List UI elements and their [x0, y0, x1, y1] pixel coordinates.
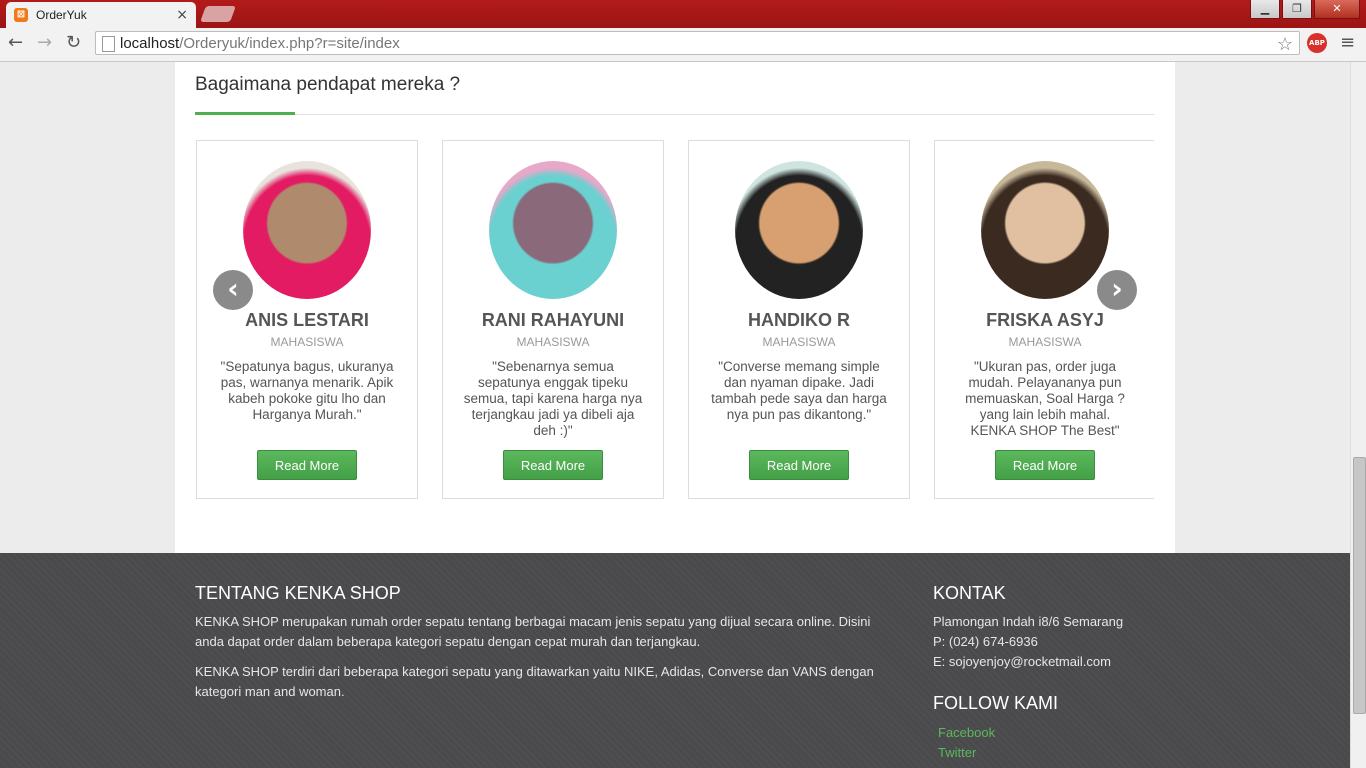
- window-controls: ▁ ❐ ✕: [1248, 0, 1360, 19]
- footer-address: Plamongan Indah i8/6 Semarang: [933, 614, 1124, 629]
- xampp-favicon-icon: ⊠: [14, 8, 28, 22]
- testimonial-name: FRISKA ASYJ: [986, 310, 1104, 330]
- testimonial-role: MAHASISWA: [516, 335, 590, 349]
- bookmark-star-icon[interactable]: ☆: [1277, 32, 1293, 56]
- back-icon[interactable]: ←: [8, 32, 23, 53]
- facebook-link[interactable]: Facebook: [938, 725, 995, 740]
- url-host: localhost: [120, 35, 180, 52]
- testimonial-role: MAHASISWA: [270, 335, 344, 349]
- footer-email: E: sojoyenjoy@rocketmail.com: [933, 654, 1111, 669]
- new-tab-button[interactable]: [200, 6, 236, 22]
- section-title: Bagaimana pendapat mereka ?: [195, 74, 461, 95]
- read-more-button[interactable]: Read More: [257, 450, 357, 480]
- footer-follow-title: FOLLOW KAMI: [933, 693, 1059, 713]
- testimonial-role: MAHASISWA: [762, 335, 836, 349]
- testimonial-carousel: ANIS LESTARI MAHASISWA "Sepatunya bagus,…: [196, 140, 1154, 502]
- browser-toolbar: ← → ↻ localhost/Orderyuk/index.php?r=sit…: [0, 28, 1366, 62]
- page-icon: [102, 36, 115, 52]
- footer-contact-title: KONTAK: [933, 583, 1006, 603]
- title-accent-bar: [195, 112, 295, 115]
- read-more-button[interactable]: Read More: [749, 450, 849, 480]
- scrollbar-thumb[interactable]: [1353, 457, 1366, 714]
- avatar: [981, 161, 1109, 299]
- testimonial-name: RANI RAHAYUNI: [481, 310, 625, 330]
- chrome-menu-icon[interactable]: ≡: [1340, 32, 1355, 53]
- testimonial-card: ANIS LESTARI MAHASISWA "Sepatunya bagus,…: [196, 140, 418, 499]
- footer-about-paragraph: KENKA SHOP merupakan rumah order sepatu …: [195, 614, 871, 649]
- footer: TENTANG KENKA SHOP KENKA SHOP merupakan …: [0, 553, 1350, 768]
- url-path: /Orderyuk/index.php?r=site/index: [179, 35, 400, 52]
- avatar: [735, 161, 863, 299]
- tab-title: OrderYuk: [36, 8, 87, 22]
- carousel-prev-arrow-icon[interactable]: ‹: [213, 270, 253, 310]
- testimonial-role: MAHASISWA: [1008, 335, 1082, 349]
- adblock-icon[interactable]: ABP: [1307, 33, 1327, 53]
- testimonial-quote: "Converse memang simple dan nyaman dipak…: [711, 359, 887, 422]
- forward-icon[interactable]: →: [37, 32, 52, 53]
- testimonial-section: Bagaimana pendapat mereka ? ANIS LESTARI…: [175, 62, 1175, 553]
- carousel-next-arrow-icon[interactable]: ›: [1097, 270, 1137, 310]
- avatar: [243, 161, 371, 299]
- testimonial-card: RANI RAHAYUNI MAHASISWA "Sebenarnya semu…: [442, 140, 664, 499]
- testimonial-name: HANDIKO R: [748, 310, 850, 330]
- title-divider: [195, 114, 1155, 115]
- footer-phone: P: (024) 674-6936: [933, 634, 1038, 649]
- avatar: [489, 161, 617, 299]
- footer-about-title: TENTANG KENKA SHOP: [195, 583, 401, 603]
- maximize-button[interactable]: ❐: [1282, 0, 1312, 19]
- testimonial-quote: "Sebenarnya semua sepatunya enggak tipek…: [463, 359, 643, 438]
- testimonial-card: HANDIKO R MAHASISWA "Converse memang sim…: [688, 140, 910, 499]
- testimonial-card: FRISKA ASYJ MAHASISWA "Ukuran pas, order…: [934, 140, 1154, 499]
- twitter-link[interactable]: Twitter: [938, 745, 976, 760]
- page-scrollbar[interactable]: [1350, 62, 1366, 768]
- tab-close-icon[interactable]: ×: [176, 7, 188, 23]
- minimize-button[interactable]: ▁: [1250, 0, 1280, 19]
- reload-icon[interactable]: ↻: [66, 32, 81, 53]
- close-window-button[interactable]: ✕: [1314, 0, 1360, 19]
- footer-about-paragraph: KENKA SHOP terdiri dari beberapa kategor…: [195, 664, 874, 699]
- browser-titlebar: ⊠ OrderYuk × ▁ ❐ ✕: [0, 0, 1366, 28]
- testimonial-name: ANIS LESTARI: [245, 310, 369, 330]
- address-bar[interactable]: localhost/Orderyuk/index.php?r=site/inde…: [95, 31, 1300, 55]
- testimonial-quote: "Sepatunya bagus, ukuranya pas, warnanya…: [220, 359, 394, 422]
- read-more-button[interactable]: Read More: [995, 450, 1095, 480]
- read-more-button[interactable]: Read More: [503, 450, 603, 480]
- browser-tab[interactable]: ⊠ OrderYuk ×: [6, 2, 196, 28]
- testimonial-quote: "Ukuran pas, order juga mudah. Pelayanan…: [965, 359, 1125, 438]
- page-viewport: Bagaimana pendapat mereka ? ANIS LESTARI…: [0, 62, 1350, 768]
